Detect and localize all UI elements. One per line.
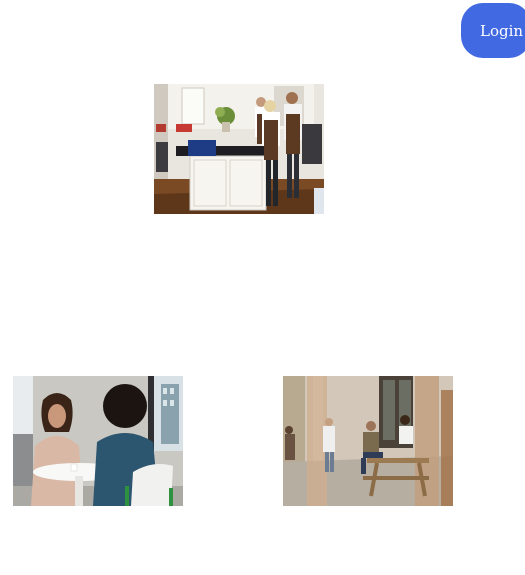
kitchen-photo: [154, 84, 324, 214]
plaza-photo: [283, 376, 453, 506]
meeting-photo: [13, 376, 183, 506]
login-button[interactable]: Login: [461, 3, 525, 58]
